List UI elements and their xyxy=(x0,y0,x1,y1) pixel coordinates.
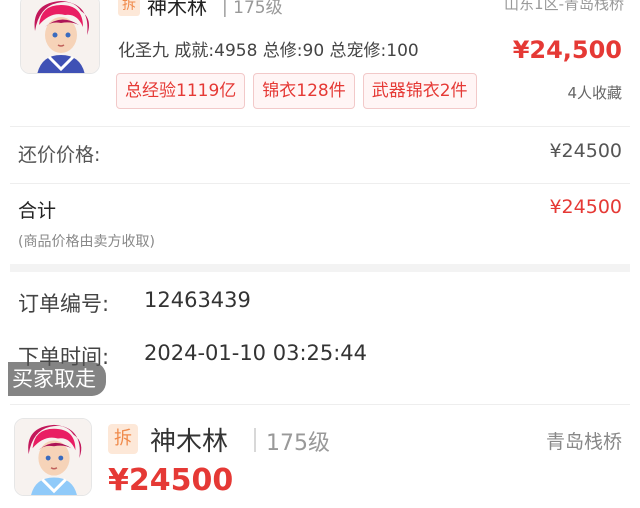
order-number-label: 订单编号: xyxy=(18,292,110,316)
order-number-value: 12463439 xyxy=(144,288,251,312)
total-note: (商品价格由卖方收取) xyxy=(18,234,155,250)
product-price: ¥24,500 xyxy=(512,36,622,64)
tag-outfits: 锦衣128件 xyxy=(253,73,355,109)
buyer-collected-watermark: 买家取走 xyxy=(8,362,106,396)
product-level: 175级 xyxy=(266,431,330,456)
tag-total-exp: 总经验1119亿 xyxy=(116,73,246,109)
total-label: 合计 xyxy=(18,200,57,222)
divider xyxy=(10,126,630,127)
total-value: ¥24500 xyxy=(549,196,622,218)
order-detail-page: 拆 神木林 | 175级 山东1区-青岛栈桥 化圣九 成就:4958 总修:90… xyxy=(0,0,640,508)
tag-list: 总经验1119亿 锦衣128件 武器锦衣2件 xyxy=(116,73,477,109)
product-name: 神木林 xyxy=(150,427,229,457)
divider xyxy=(10,183,630,184)
counter-price-value: ¥24500 xyxy=(549,140,622,162)
product-server: 山东1区-青岛栈桥 xyxy=(504,0,624,13)
character-avatar-icon[interactable] xyxy=(20,0,100,74)
counter-price-label: 还价价格: xyxy=(18,144,101,166)
product-name: 神木林 xyxy=(147,0,207,19)
split-badge-icon: 拆 xyxy=(118,0,140,16)
order-time-value: 2024-01-10 03:25:44 xyxy=(144,341,368,365)
top-product-card[interactable]: 拆 神木林 | 175级 山东1区-青岛栈桥 化圣九 成就:4958 总修:90… xyxy=(0,0,640,118)
tag-weapon-outfits: 武器锦衣2件 xyxy=(362,73,477,109)
divider xyxy=(10,404,630,405)
product-level: | 175级 xyxy=(222,0,283,18)
split-badge-icon: 拆 xyxy=(108,424,138,454)
separator xyxy=(254,428,256,452)
product-price: ¥24500 xyxy=(108,463,234,498)
product-server: 青岛栈桥 xyxy=(545,431,622,453)
section-separator xyxy=(10,264,630,272)
product-stats: 化圣九 成就:4958 总修:90 总宠修:100 xyxy=(118,41,419,61)
favorites-count: 4人收藏 xyxy=(567,84,622,102)
character-avatar-icon[interactable] xyxy=(14,418,92,496)
